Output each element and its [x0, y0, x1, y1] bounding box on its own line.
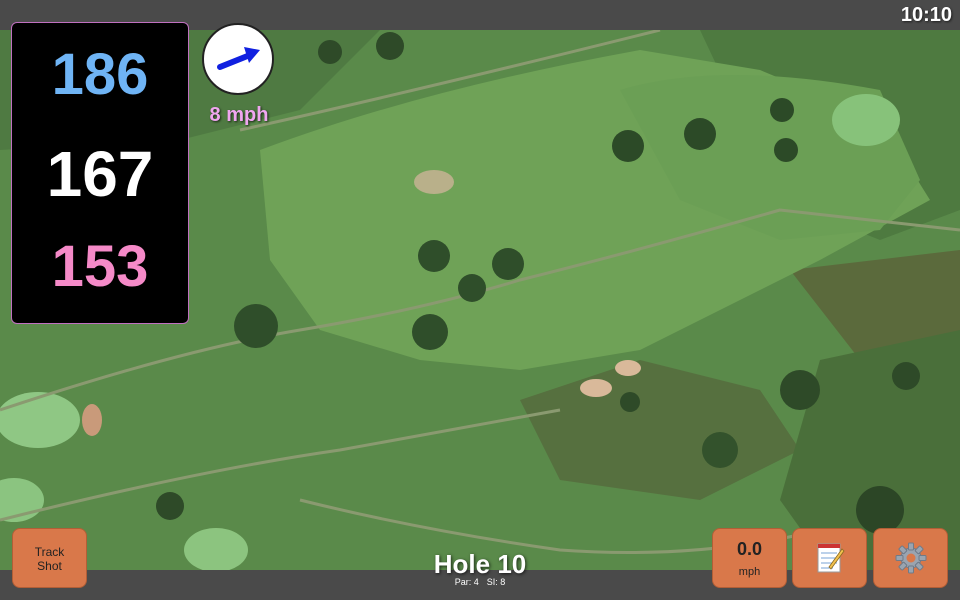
distance-front: 153	[51, 234, 149, 299]
gear-icon	[895, 542, 926, 574]
speed-unit: mph	[738, 566, 761, 578]
distance-panel: 186 167 153	[11, 22, 189, 324]
hole-title: Hole 10	[433, 549, 527, 579]
settings-button[interactable]	[873, 528, 948, 588]
distance-back: 186	[51, 42, 149, 107]
track-shot-button[interactable]: Track Shot	[12, 528, 87, 588]
wind-indicator	[202, 23, 274, 95]
hole-info: Hole 10 Par: 4 SI: 8	[400, 549, 560, 587]
notepad-icon	[817, 543, 845, 573]
track-shot-label: Track Shot	[34, 545, 65, 573]
wind-speed: 8 mph	[209, 104, 269, 126]
distance-middle: 167	[46, 138, 154, 210]
hole-par: Par: 4	[454, 577, 479, 587]
clock: 10:10	[900, 4, 952, 26]
speed-button[interactable]: 0.0 mph	[712, 528, 787, 588]
hole-stroke-index: SI: 8	[486, 577, 506, 587]
notes-button[interactable]	[792, 528, 867, 588]
hole-details: Par: 4 SI: 8	[400, 577, 560, 587]
speed-value: 0.0	[736, 539, 763, 559]
arrow-right-up-icon	[217, 47, 260, 70]
